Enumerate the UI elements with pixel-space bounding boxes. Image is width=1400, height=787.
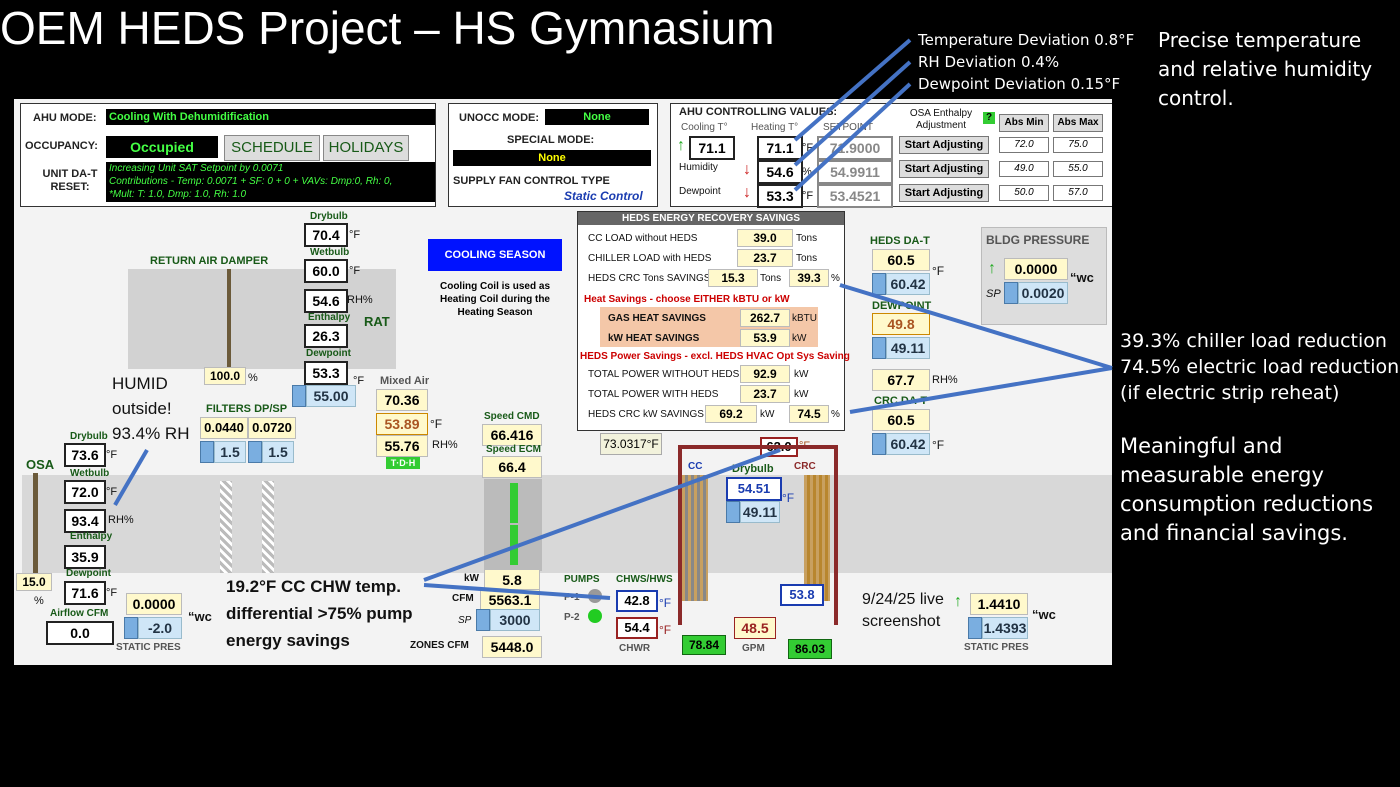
arrow-line (793, 38, 912, 142)
arrow-line (793, 82, 912, 192)
arrow-line (113, 448, 149, 507)
arrow-line (423, 583, 611, 600)
arrow-line (793, 60, 912, 167)
arrow-line (423, 448, 781, 582)
arrow-line (839, 283, 1113, 370)
annotation-arrows (113, 38, 1113, 600)
arrow-line (849, 366, 1113, 414)
